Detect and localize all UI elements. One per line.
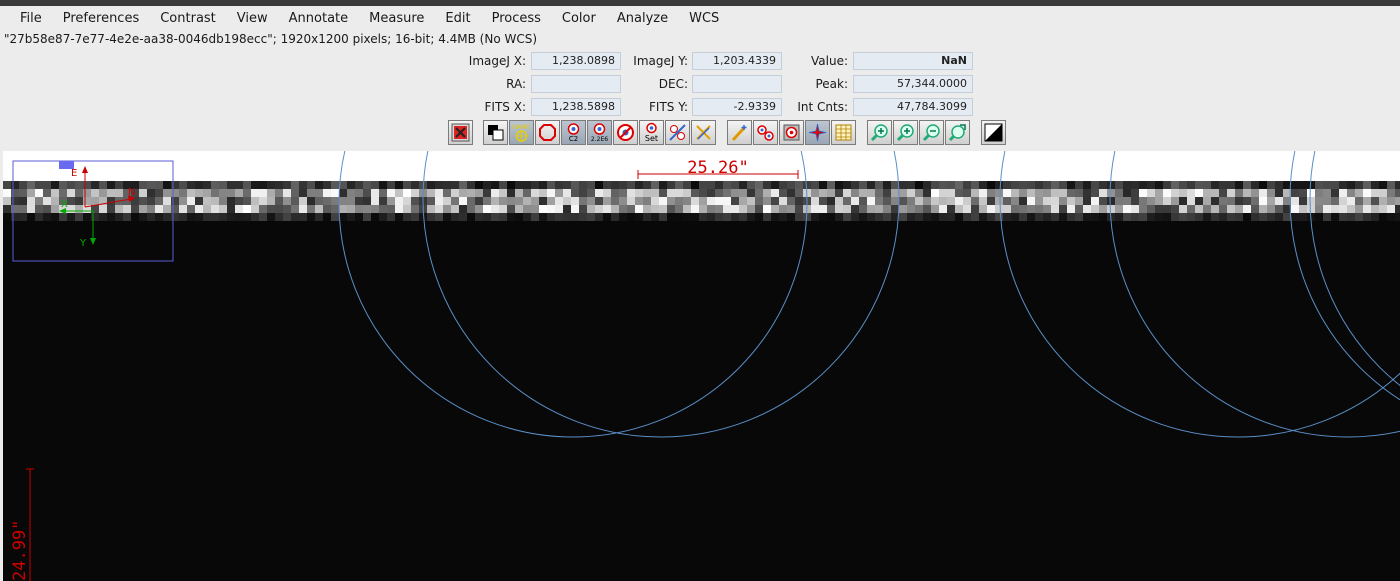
orient-x-label: X [61, 199, 68, 210]
peak-field: 57,344.0000 [853, 75, 973, 93]
cross-apertures-icon [669, 124, 686, 141]
fits-x-label: FITS X: [484, 100, 526, 114]
zoom-fit-button[interactable] [945, 120, 970, 145]
multi-aperture-button[interactable] [753, 120, 778, 145]
no-aperture-button[interactable] [613, 120, 638, 145]
crosshair-button[interactable] [805, 120, 830, 145]
svg-text:Set: Set [645, 134, 658, 143]
menu-preferences[interactable]: Preferences [53, 6, 150, 31]
scale-vertical-label: 24.99" [10, 520, 30, 581]
aperture-circle-2[interactable] [422, 151, 900, 438]
ra-label: RA: [506, 77, 526, 91]
remove-apertures-button[interactable] [665, 120, 690, 145]
name-icon-text: NAME [513, 124, 531, 131]
dec-label: DEC: [658, 77, 688, 91]
aperture-circle-6[interactable] [1309, 151, 1400, 437]
menu-analyze[interactable]: Analyze [607, 6, 679, 31]
octagon-icon [539, 124, 556, 141]
zoom-in-max-button[interactable] [867, 120, 892, 145]
orient-y-label: Y [79, 238, 87, 249]
horizontal-scale-bar: 25.26" [637, 158, 799, 179]
invert-squares-icon [488, 125, 504, 141]
table-icon [835, 124, 852, 141]
menu-annotate[interactable]: Annotate [279, 6, 359, 31]
aperture-c2-button[interactable]: C2 [561, 120, 586, 145]
zoom-in-icon [896, 124, 914, 142]
menu-view[interactable]: View [227, 6, 279, 31]
clear-overlay-button[interactable] [448, 120, 473, 145]
zoom-fit-icon [948, 124, 966, 142]
image-title-line: "27b58e87-7e77-4e2e-aa38-0046db198ecc"; … [4, 32, 538, 46]
aperture-circle-3[interactable] [999, 151, 1400, 438]
value-label: Value: [811, 54, 848, 68]
svg-text:C2: C2 [569, 135, 578, 143]
colorbar-toggle-button[interactable] [981, 120, 1006, 145]
menu-wcs[interactable]: WCS [679, 6, 730, 31]
scale-horizontal-label: 25.26" [687, 158, 748, 178]
negative-display-button[interactable] [483, 120, 508, 145]
int-cnts-label: Int Cnts: [797, 100, 848, 114]
aperture-circle-5[interactable] [1289, 151, 1400, 437]
zoom-out-icon [922, 124, 940, 142]
menu-process[interactable]: Process [482, 6, 552, 31]
measurement-table-button[interactable] [831, 120, 856, 145]
menu-measure[interactable]: Measure [359, 6, 435, 31]
target-grid-icon [783, 124, 800, 141]
aperture-circle-4[interactable] [1109, 151, 1400, 438]
aperture-set-icon: Set [645, 122, 658, 143]
aperture-c2-icon: C2 [567, 123, 580, 143]
vertical-scale-bar: 24.99" [10, 468, 34, 581]
svg-text:2.2E6: 2.2E6 [591, 136, 608, 143]
menu-edit[interactable]: Edit [435, 6, 481, 31]
image-overlay: 25.26" 24.99" E N X Y [10, 151, 1400, 581]
clear-measurements-button[interactable] [691, 120, 716, 145]
aperture-grid-button[interactable] [779, 120, 804, 145]
aperture-value-icon: 2.2E6 [591, 123, 608, 143]
orient-e-label: E [71, 168, 77, 179]
overview-box[interactable]: E N X Y [12, 160, 174, 262]
value-field: NaN [853, 52, 973, 70]
show-name-button[interactable]: NAME [509, 120, 534, 145]
centroid-button[interactable] [535, 120, 560, 145]
menu-color[interactable]: Color [552, 6, 607, 31]
aperture-circle-1[interactable] [338, 151, 808, 438]
astrometry-button[interactable] [727, 120, 752, 145]
broom-x-icon [696, 125, 711, 140]
orient-n-label: N [128, 187, 135, 198]
aperture-prohibited-icon [617, 124, 634, 141]
multi-circle-icon [757, 125, 774, 141]
set-aperture-button[interactable]: Set [639, 120, 664, 145]
diagonal-contrast-icon [984, 123, 1003, 142]
imagej-x-label: ImageJ X: [468, 54, 526, 68]
info-panel: ImageJ X: 1,238.0898 ImageJ Y: 1,203.433… [0, 50, 1400, 118]
zoom-out-button[interactable] [919, 120, 944, 145]
wand-icon [731, 125, 747, 142]
menu-bar: File Preferences Contrast View Annotate … [0, 6, 1400, 31]
aperture-2-2e6-button[interactable]: 2.2E6 [587, 120, 612, 145]
clear-red-x-icon [451, 123, 470, 142]
name-label-icon: NAME [513, 124, 531, 142]
fits-y-label: FITS Y: [649, 100, 688, 114]
menu-file[interactable]: File [10, 6, 53, 31]
zoom-in-plus-plus-icon [870, 124, 888, 142]
zoom-in-button[interactable] [893, 120, 918, 145]
peak-label: Peak: [815, 77, 848, 91]
image-canvas[interactable]: 25.26" 24.99" E N X Y [3, 151, 1400, 581]
menu-contrast[interactable]: Contrast [150, 6, 227, 31]
imagej-y-label: ImageJ Y: [633, 54, 688, 68]
toolbar: NAME C2 2.2E6 Set [0, 120, 1400, 148]
int-cnts-field: 47,784.3099 [853, 98, 973, 116]
crosshair-star-icon [808, 123, 827, 142]
